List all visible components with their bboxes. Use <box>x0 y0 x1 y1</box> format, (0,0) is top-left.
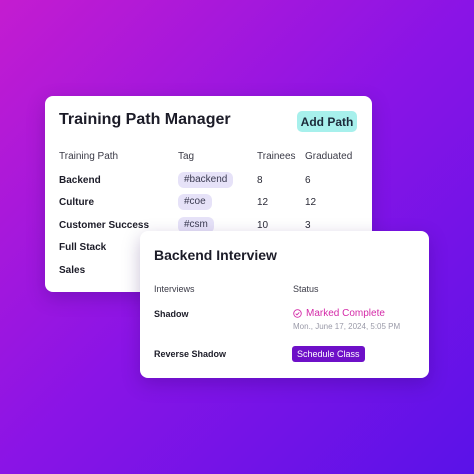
path-name-culture[interactable]: Culture <box>59 197 94 208</box>
path-name-backend[interactable]: Backend <box>59 175 101 186</box>
column-header-status: Status <box>293 284 319 294</box>
tag-badge: #backend <box>178 172 234 188</box>
add-path-button[interactable]: Add Path <box>297 111 357 132</box>
schedule-class-button[interactable]: Schedule Class <box>292 346 365 362</box>
interview-name-shadow: Shadow <box>154 309 189 319</box>
status-label: Marked Complete <box>306 308 385 319</box>
backend-interview-card: Backend Interview Interviews Status Shad… <box>140 231 429 378</box>
trainees-count: 12 <box>257 197 269 208</box>
interview-name-reverse-shadow: Reverse Shadow <box>154 349 227 359</box>
column-header-tag: Tag <box>178 151 195 162</box>
column-header-interviews: Interviews <box>154 284 195 294</box>
column-header-graduated: Graduated <box>305 151 353 162</box>
status-marked-complete: Marked Complete <box>293 308 385 319</box>
trainees-count: 8 <box>257 175 263 186</box>
path-name-customer-success[interactable]: Customer Success <box>59 220 149 231</box>
path-name-full-stack[interactable]: Full Stack <box>59 242 106 253</box>
tag-badge: #coe <box>178 194 212 210</box>
status-timestamp: Mon., June 17, 2024, 5:05 PM <box>293 322 401 331</box>
graduated-count: 12 <box>305 197 317 208</box>
training-path-manager-title: Training Path Manager <box>59 111 231 128</box>
backend-interview-title: Backend Interview <box>154 247 277 263</box>
check-circle-icon <box>293 309 302 318</box>
path-name-sales[interactable]: Sales <box>59 265 85 276</box>
trainees-count: 10 <box>257 220 269 231</box>
column-header-training-path: Training Path <box>59 151 119 162</box>
graduated-count: 3 <box>305 220 311 231</box>
column-header-trainees: Trainees <box>257 151 296 162</box>
graduated-count: 6 <box>305 175 311 186</box>
